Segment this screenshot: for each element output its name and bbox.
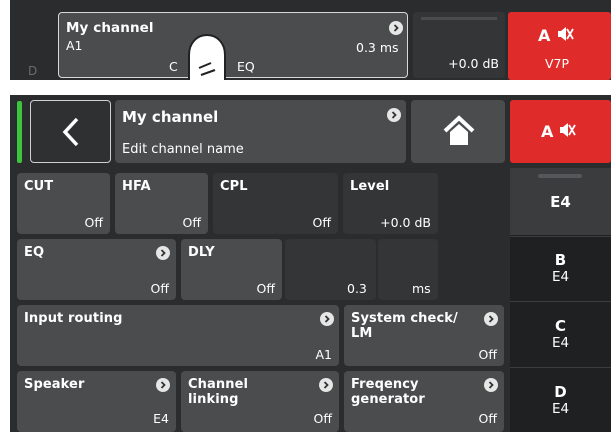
dly-unit: ms bbox=[412, 281, 431, 296]
top-cut-letter: D bbox=[28, 64, 38, 78]
system-check-value: Off bbox=[478, 347, 497, 362]
top-channel-sub: A1 bbox=[66, 38, 83, 53]
input-routing-value: A1 bbox=[315, 347, 332, 362]
eq-label: EQ bbox=[24, 245, 45, 260]
top-strip: D My channel A1 0.3 ms C EQ +0.0 dB A V7… bbox=[10, 0, 611, 80]
cpl-label: CPL bbox=[220, 179, 248, 194]
chevron-right-icon bbox=[389, 21, 403, 35]
dly-unit-tile[interactable]: ms bbox=[378, 239, 438, 300]
page-title: My channel bbox=[122, 108, 219, 126]
chevron-right-icon bbox=[319, 378, 333, 392]
finger-tap-icon bbox=[179, 23, 249, 80]
tab-scroll-indicator bbox=[538, 174, 582, 178]
frequency-generator-label-line1: Freqency bbox=[351, 377, 419, 392]
channel-tab-speaker: E4 bbox=[551, 334, 570, 351]
cut-label: CUT bbox=[24, 179, 54, 194]
back-arrow-icon bbox=[61, 117, 81, 151]
channel-tab-selected[interactable]: E4 bbox=[510, 168, 611, 235]
chevron-right-icon bbox=[387, 108, 401, 122]
chevron-right-icon bbox=[156, 246, 170, 260]
input-routing-tile[interactable]: Input routing A1 bbox=[17, 305, 339, 366]
channel-tabs: E4 B E4 C E4 D E4 bbox=[510, 168, 611, 432]
channel-name-tile[interactable]: My channel Edit channel name bbox=[115, 100, 406, 163]
channel-tab-speaker: E4 bbox=[551, 400, 570, 417]
speaker-label: Speaker bbox=[24, 377, 85, 392]
top-left-bg: D bbox=[10, 0, 58, 80]
hfa-value: Off bbox=[182, 215, 201, 230]
dly-value: Off bbox=[256, 281, 275, 296]
channel-tab-letter: C bbox=[554, 316, 566, 335]
speaker-tile[interactable]: Speaker E4 bbox=[17, 371, 176, 432]
system-check-label: System check/ LM bbox=[351, 311, 458, 341]
back-button[interactable] bbox=[30, 100, 111, 163]
system-check-label-line1: System check/ bbox=[351, 311, 458, 326]
eq-tile[interactable]: EQ Off bbox=[17, 239, 176, 300]
frequency-generator-label: Freqency generator bbox=[351, 377, 425, 407]
cpl-value: Off bbox=[312, 215, 331, 230]
channel-tab-speaker: E4 bbox=[551, 269, 570, 285]
mute-speaker-icon bbox=[556, 26, 574, 46]
channel-tab-letter: B bbox=[554, 251, 567, 269]
channel-tab-d[interactable]: D E4 bbox=[510, 367, 611, 432]
hfa-label: HFA bbox=[122, 179, 151, 194]
top-amp-label: A bbox=[538, 26, 551, 45]
eq-value: Off bbox=[150, 281, 169, 296]
channel-linking-tile[interactable]: Channel linking Off bbox=[181, 371, 339, 432]
home-icon bbox=[443, 115, 475, 151]
channel-accent bbox=[17, 101, 22, 163]
top-amp-sub: V7P bbox=[545, 56, 570, 71]
channel-linking-label: Channel linking bbox=[188, 377, 248, 407]
channel-tab-b[interactable]: B E4 bbox=[510, 236, 611, 300]
system-check-label-line2: LM bbox=[351, 326, 373, 341]
channel-linking-label-line1: Channel bbox=[188, 377, 249, 392]
channel-tab-c[interactable]: C E4 bbox=[510, 301, 611, 366]
top-channel-title: My channel bbox=[66, 20, 154, 36]
mute-speaker-icon bbox=[558, 122, 576, 142]
level-label: Level bbox=[350, 179, 390, 194]
speaker-value: E4 bbox=[153, 411, 169, 426]
channel-tab-letter: D bbox=[554, 382, 567, 401]
amp-label: A bbox=[541, 122, 554, 141]
amp-mute-button[interactable]: A bbox=[510, 100, 611, 163]
cut-tile[interactable]: CUT Off bbox=[17, 173, 110, 234]
dly-label: DLY bbox=[188, 245, 215, 260]
home-button[interactable] bbox=[411, 100, 505, 163]
hfa-tile[interactable]: HFA Off bbox=[115, 173, 208, 234]
dly-delay-value: 0.3 bbox=[347, 281, 367, 296]
top-level-value: +0.0 dB bbox=[448, 56, 499, 71]
channel-tab-label: E4 bbox=[550, 192, 571, 211]
level-value: +0.0 dB bbox=[380, 215, 431, 230]
top-channel-value: 0.3 ms bbox=[356, 40, 399, 55]
dly-tile[interactable]: DLY Off bbox=[181, 239, 282, 300]
chevron-right-icon bbox=[484, 312, 498, 326]
top-level-bar bbox=[421, 17, 497, 20]
level-tile[interactable]: Level +0.0 dB bbox=[343, 173, 438, 234]
chevron-right-icon bbox=[156, 378, 170, 392]
top-channel-tile[interactable]: My channel A1 0.3 ms C EQ bbox=[58, 12, 408, 80]
input-routing-label: Input routing bbox=[24, 311, 123, 326]
frequency-generator-tile[interactable]: Freqency generator Off bbox=[344, 371, 504, 432]
channel-linking-value: Off bbox=[313, 411, 332, 426]
frequency-generator-value: Off bbox=[478, 411, 497, 426]
chevron-right-icon bbox=[320, 312, 334, 326]
top-amp-mute-tile[interactable]: A V7P bbox=[508, 12, 611, 80]
system-check-tile[interactable]: System check/ LM Off bbox=[344, 305, 504, 366]
cut-value: Off bbox=[84, 215, 103, 230]
frequency-generator-label-line2: generator bbox=[351, 392, 425, 407]
dly-value-tile[interactable]: 0.3 bbox=[285, 239, 376, 300]
chevron-right-icon bbox=[484, 378, 498, 392]
cpl-tile[interactable]: CPL Off bbox=[213, 173, 338, 234]
channel-linking-label-line2: linking bbox=[188, 392, 239, 407]
top-hidden-label-c: C bbox=[169, 59, 178, 74]
top-level-tile[interactable]: +0.0 dB bbox=[413, 12, 505, 78]
page-subtitle: Edit channel name bbox=[122, 142, 244, 157]
